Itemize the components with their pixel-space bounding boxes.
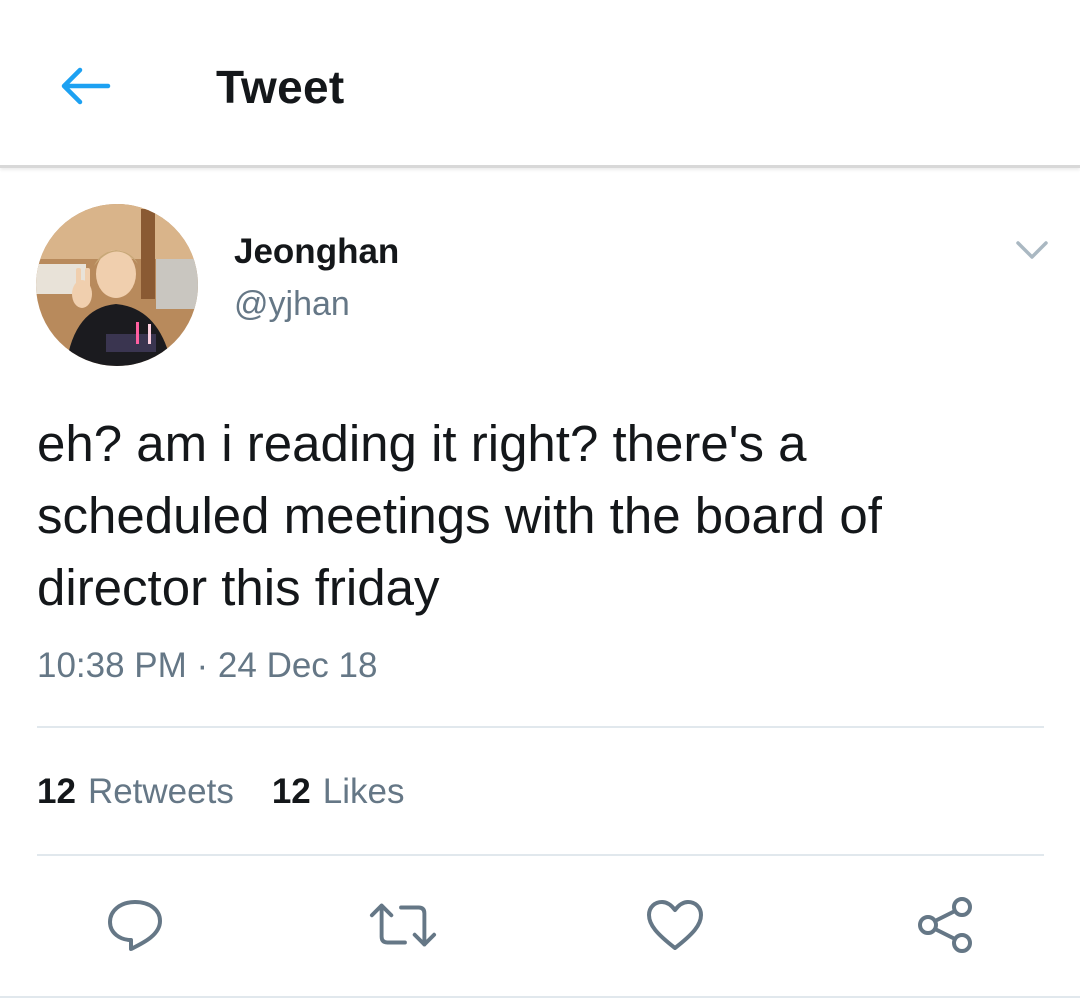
likes-count: 12 xyxy=(271,772,311,811)
author-handle[interactable]: @yjhan xyxy=(234,285,350,324)
arrow-left-icon xyxy=(61,67,111,105)
divider xyxy=(0,996,1080,998)
heart-icon xyxy=(647,900,703,950)
likes-label: Likes xyxy=(322,772,405,811)
divider xyxy=(37,726,1044,728)
retweets-label: Retweets xyxy=(87,772,234,811)
like-button[interactable] xyxy=(640,890,710,960)
top-bar: Tweet xyxy=(0,0,1080,168)
likes-stat[interactable]: 12 Likes xyxy=(272,772,405,812)
tweet-options-button[interactable] xyxy=(1010,232,1054,268)
page-title: Tweet xyxy=(216,61,345,113)
profile-photo xyxy=(36,204,198,366)
share-icon xyxy=(918,897,972,953)
share-button[interactable] xyxy=(910,890,980,960)
reply-button[interactable] xyxy=(100,890,170,960)
reply-icon xyxy=(108,900,162,951)
tweet-stats: 12 Retweets 12 Likes xyxy=(37,772,443,812)
back-button[interactable] xyxy=(52,58,116,114)
retweet-icon xyxy=(369,903,437,947)
tweet-text: eh? am i reading it right? there's a sch… xyxy=(37,415,882,616)
retweets-stat[interactable]: 12 Retweets xyxy=(37,772,234,812)
avatar[interactable] xyxy=(36,204,198,366)
tweet-timestamp: 10:38 PM · 24 Dec 18 xyxy=(37,646,378,685)
chevron-down-icon xyxy=(1016,241,1048,259)
author-display-name[interactable]: Jeonghan xyxy=(234,232,399,272)
divider xyxy=(37,854,1044,856)
retweet-button[interactable] xyxy=(368,890,438,960)
retweets-count: 12 xyxy=(37,772,76,811)
